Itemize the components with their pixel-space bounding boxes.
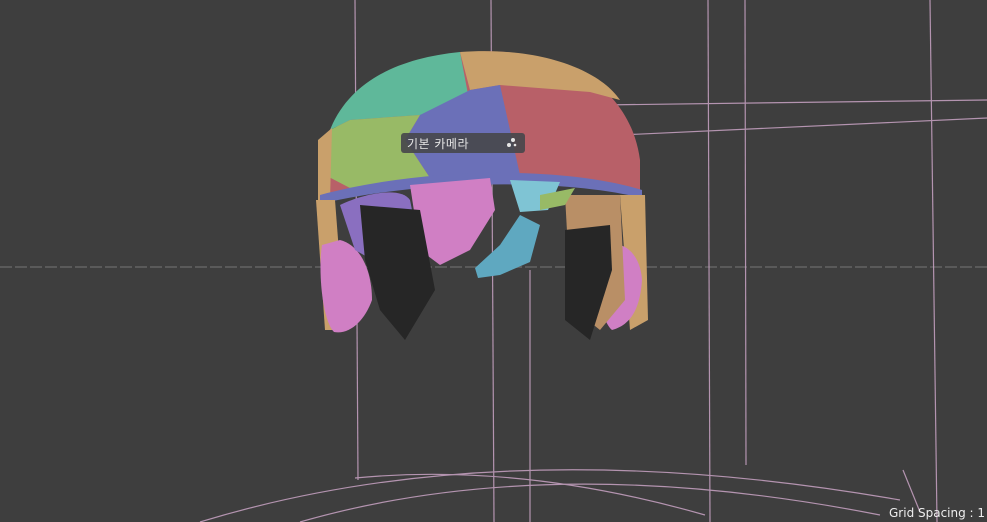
helmet-model[interactable] — [316, 51, 648, 340]
3d-viewport[interactable]: 기본 카메라 Grid Spacing : 1 — [0, 0, 987, 522]
camera-options-icon[interactable] — [503, 137, 519, 149]
camera-name: 기본 카메라 — [407, 136, 470, 151]
viewport-scene[interactable] — [0, 0, 987, 522]
grid-spacing-readout: Grid Spacing : 1 — [889, 506, 986, 520]
camera-label[interactable]: 기본 카메라 — [401, 133, 525, 153]
